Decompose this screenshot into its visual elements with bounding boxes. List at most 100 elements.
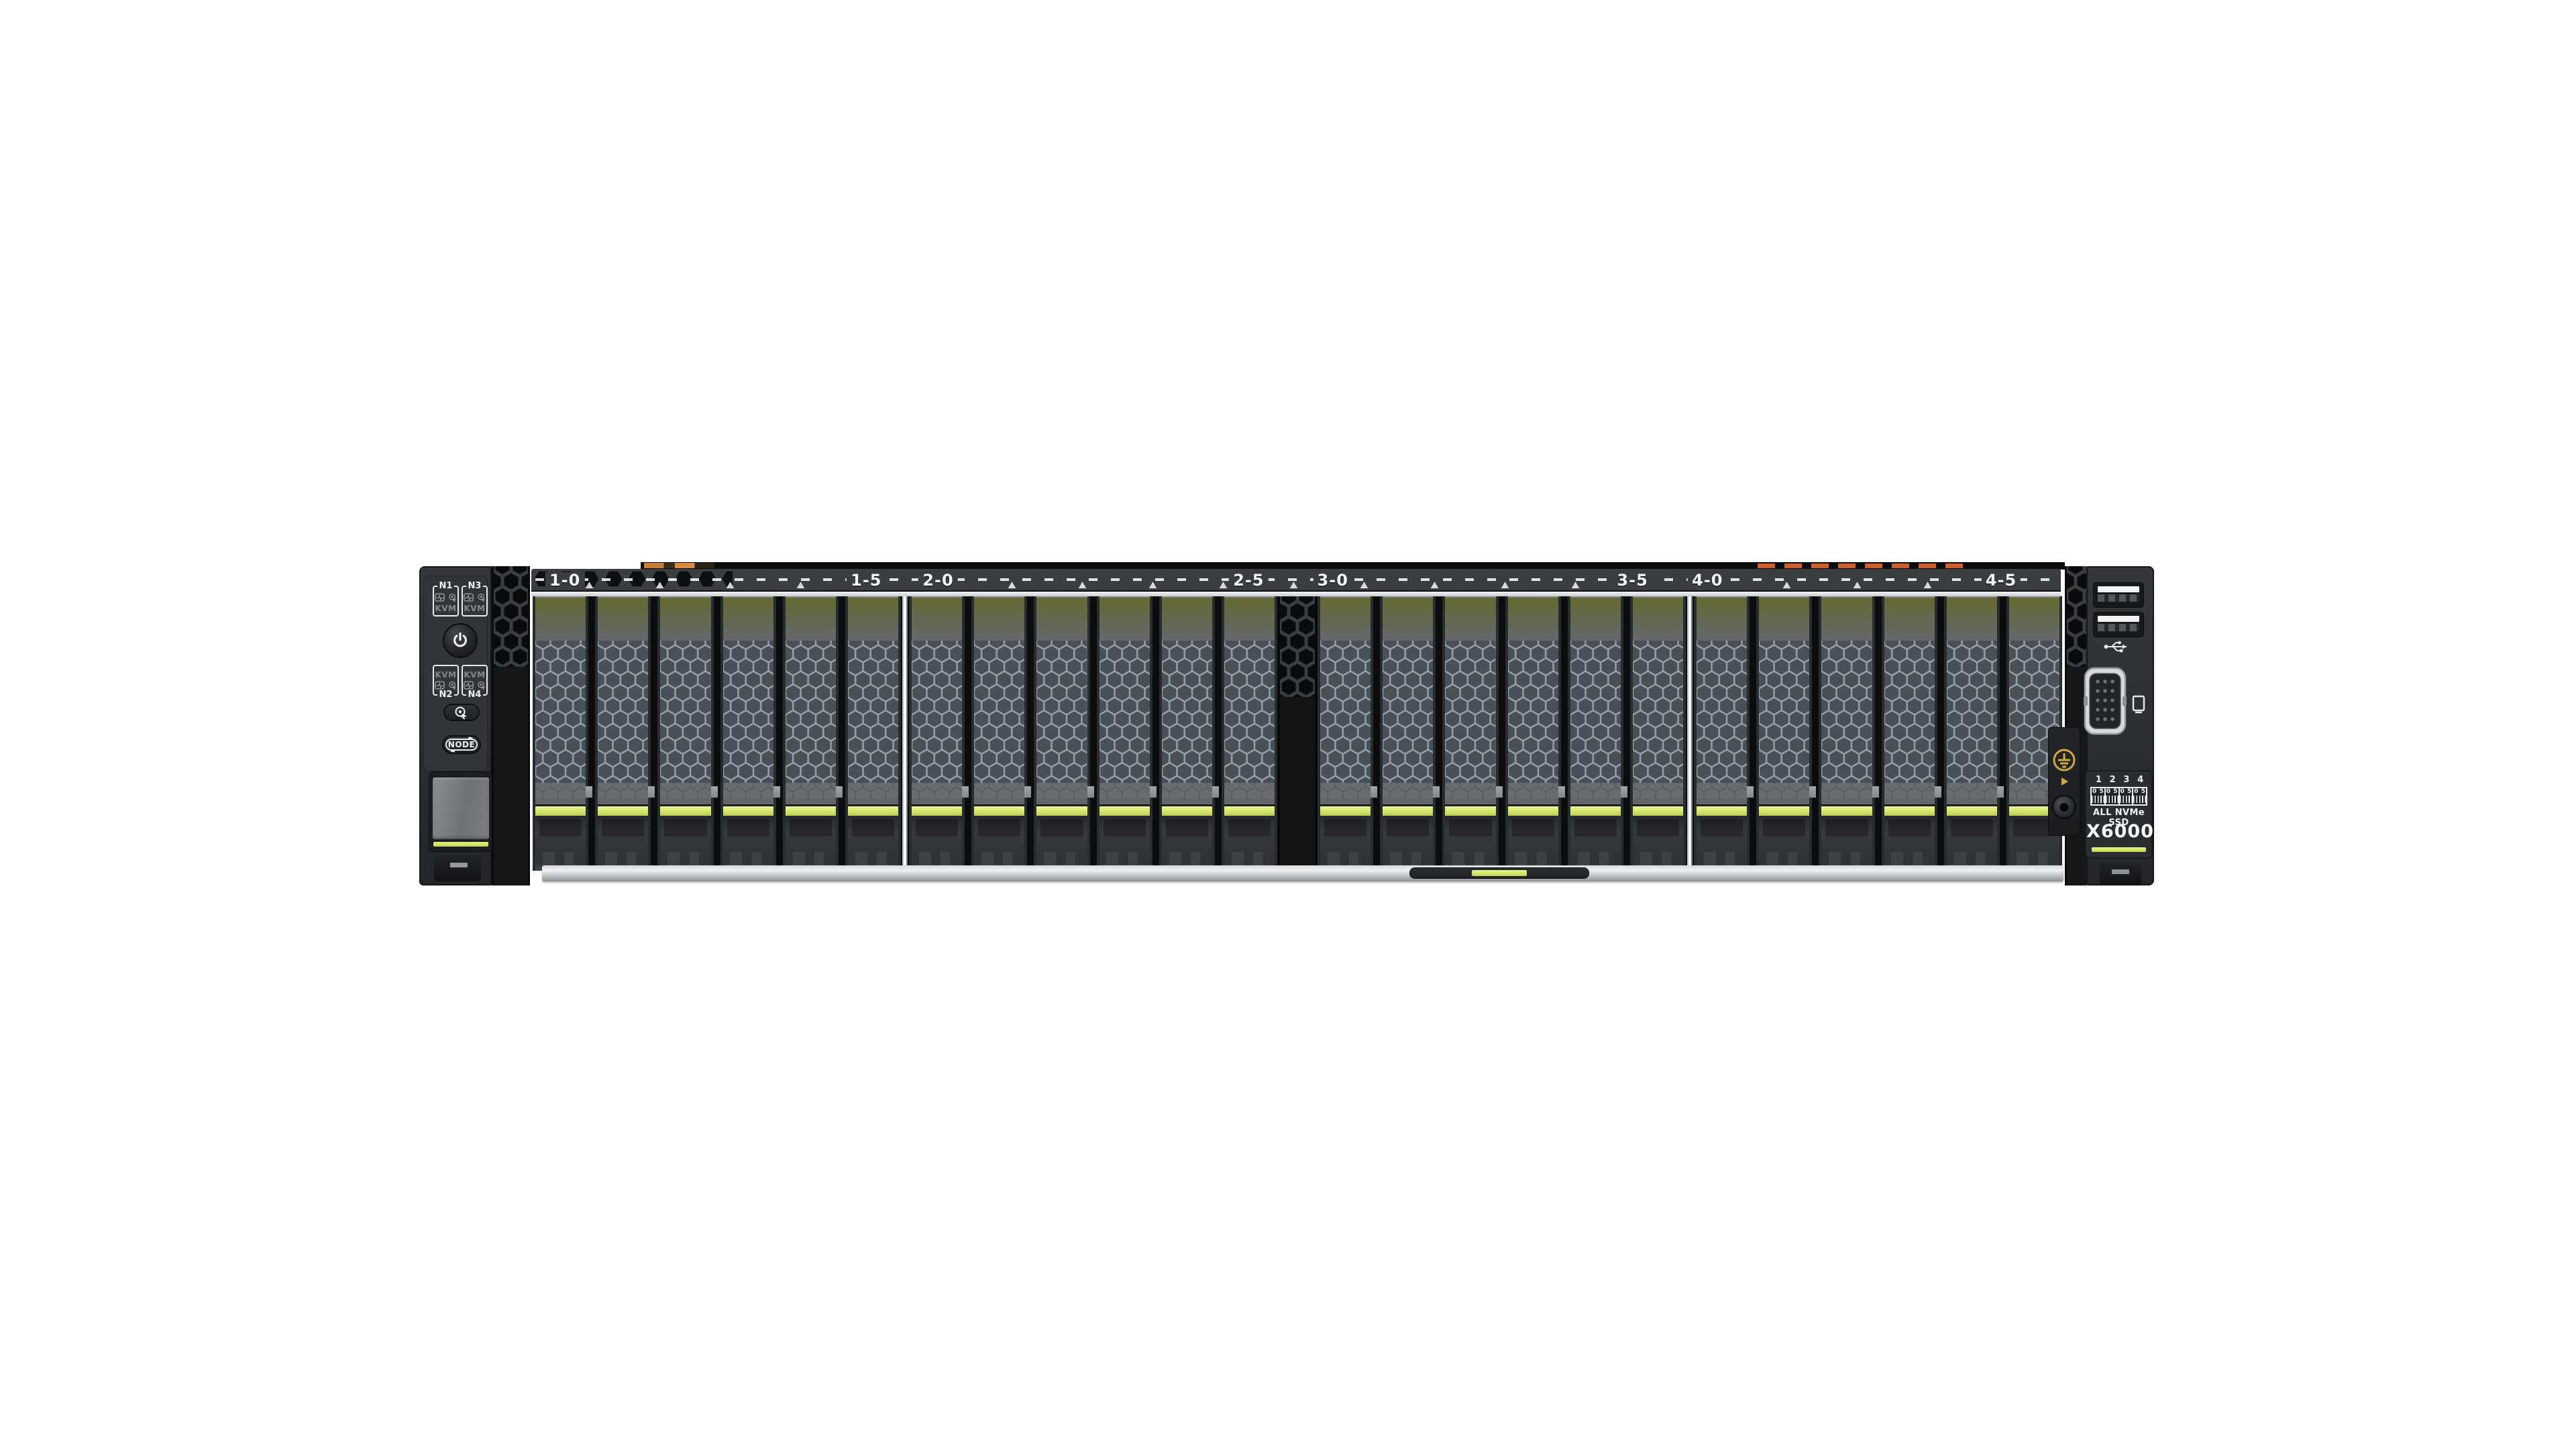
drive-bay[interactable]: [657, 596, 713, 871]
drive-latch[interactable]: [1759, 816, 1809, 871]
drive-latch[interactable]: [598, 816, 648, 871]
drive-vent-faint: [535, 783, 586, 798]
drive-bay[interactable]: [1159, 596, 1215, 871]
drive-bay[interactable]: [1222, 596, 1277, 871]
drive-carrier-lower: [848, 798, 898, 806]
drive-status-led: [723, 806, 773, 816]
drive-bay[interactable]: [971, 596, 1027, 871]
node-select-button[interactable]: NODE: [442, 735, 481, 754]
drive-bay[interactable]: [1882, 596, 1937, 871]
drive-bay[interactable]: [720, 596, 776, 871]
drive-latch[interactable]: [912, 816, 962, 871]
latch-grip: [1827, 852, 1867, 865]
drive-latch[interactable]: [1884, 816, 1935, 871]
drive-carrier-top: [974, 596, 1024, 641]
drive-latch[interactable]: [1383, 816, 1433, 871]
latch-grip: [1388, 852, 1428, 865]
drive-latch[interactable]: [1320, 816, 1371, 871]
drive-latch[interactable]: [723, 816, 773, 871]
usb-port-2[interactable]: [2093, 612, 2144, 637]
drive-bay[interactable]: [1756, 596, 1812, 871]
kvm-label: KVM: [464, 604, 485, 613]
drive-carrier-top: [1099, 596, 1150, 641]
drive-latch[interactable]: [786, 816, 836, 871]
drive-status-led: [1570, 806, 1621, 816]
drive-vent-faint: [1383, 783, 1433, 798]
drive-latch[interactable]: [535, 816, 586, 871]
drive-latch[interactable]: [848, 816, 898, 871]
drive-bay[interactable]: [595, 596, 651, 871]
drive-latch[interactable]: [1697, 816, 1747, 871]
drive-carrier-lower: [974, 798, 1024, 806]
scale-group-number: 2: [2106, 775, 2120, 785]
latch-grip: [917, 852, 957, 865]
drive-bay[interactable]: [909, 596, 965, 871]
drive-vent-grille: [1697, 641, 1747, 783]
drive-bay[interactable]: [1097, 596, 1152, 871]
bay-top-rail: 1-01-52-02-53-03-54-04-5: [531, 569, 2061, 592]
drive-vent-faint: [786, 783, 836, 798]
group-divider-rail: [901, 596, 909, 871]
drive-bay[interactable]: [845, 596, 901, 871]
drive-bay[interactable]: [1568, 596, 1623, 871]
drive-latch[interactable]: [1633, 816, 1683, 871]
drive-vent-faint: [1884, 783, 1935, 798]
uid-button[interactable]: [443, 704, 480, 721]
power-button[interactable]: [443, 623, 478, 658]
puller-label-strip: [1472, 870, 1527, 876]
drive-bay[interactable]: [1944, 596, 2000, 871]
drive-carrier-top: [1759, 596, 1809, 641]
drive-latch[interactable]: [974, 816, 1024, 871]
drive-carrier-lower: [1320, 798, 1371, 806]
ground-terminal-icon: [2052, 748, 2076, 772]
drive-latch[interactable]: [1445, 816, 1495, 871]
drive-carrier-top: [598, 596, 648, 641]
drive-latch[interactable]: [1224, 816, 1275, 871]
drive-status-led: [1036, 806, 1087, 816]
drive-latch[interactable]: [1947, 816, 1997, 871]
usb-port-1[interactable]: [2093, 582, 2144, 608]
drive-carrier-top: [1633, 596, 1683, 641]
drive-bay[interactable]: [1318, 596, 1373, 871]
drive-bay[interactable]: [533, 596, 588, 871]
scale-cell: 05: [2133, 788, 2146, 804]
bay-label: 1-0: [545, 572, 584, 588]
control-panel-face: N1 KVM N3: [423, 576, 488, 771]
drive-latch[interactable]: [660, 816, 710, 871]
drive-bay[interactable]: [1380, 596, 1436, 871]
right-panel-latch[interactable]: [2100, 863, 2141, 885]
drive-latch[interactable]: [1162, 816, 1212, 871]
drive-bay[interactable]: [1694, 596, 1750, 871]
vent-mesh-grille: [492, 566, 530, 885]
drive-vent-grille: [1099, 641, 1150, 783]
display-icon: [2132, 695, 2145, 714]
page-background: N1 KVM N3: [0, 0, 2576, 1449]
drive-latch[interactable]: [1570, 816, 1621, 871]
drive-carrier-lower: [1224, 798, 1275, 806]
latch-grip: [853, 852, 893, 865]
drive-vent-faint: [723, 783, 773, 798]
drive-bay[interactable]: [783, 596, 839, 871]
drive-carrier-top: [1570, 596, 1621, 641]
drive-latch[interactable]: [1099, 816, 1150, 871]
drive-status-led: [535, 806, 586, 816]
drive-bay[interactable]: [1442, 596, 1498, 871]
scale-cell: 05: [2120, 788, 2134, 804]
uid-touch-icon: [448, 681, 458, 690]
asset-tag-puller[interactable]: [1409, 867, 1589, 879]
vga-port[interactable]: [2084, 667, 2127, 735]
asset-label-tab[interactable]: [429, 771, 493, 852]
drive-latch[interactable]: [1508, 816, 1558, 871]
drive-vent-grille: [786, 641, 836, 783]
drive-vent-faint: [1821, 783, 1872, 798]
drive-latch[interactable]: [1036, 816, 1087, 871]
left-panel-latch[interactable]: [434, 855, 481, 881]
drive-carrier-lower: [535, 798, 586, 806]
drive-bay[interactable]: [1505, 596, 1561, 871]
latch-release-marks: [531, 569, 2061, 590]
drive-latch[interactable]: [1821, 816, 1872, 871]
drive-bay[interactable]: [1034, 596, 1089, 871]
drive-bay[interactable]: [1630, 596, 1686, 871]
drive-bay[interactable]: [1819, 596, 1874, 871]
drive-status-led: [974, 806, 1024, 816]
